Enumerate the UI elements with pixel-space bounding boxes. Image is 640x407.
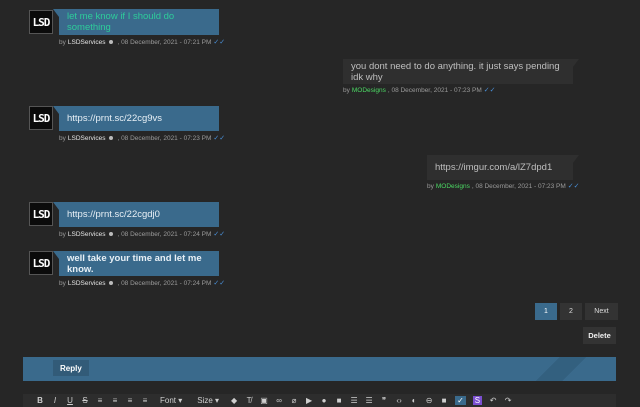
message-link[interactable]: https://prnt.sc/22cgdj0 [67, 209, 160, 220]
username-link[interactable]: LSDServices [68, 135, 106, 142]
avatar[interactable]: LSD [29, 106, 53, 130]
timestamp: , 08 December, 2021 - 07:24 PM [117, 230, 212, 238]
message-text: let me know if I should do something [67, 11, 175, 33]
page-2-button[interactable]: 2 [560, 303, 582, 320]
image-icon[interactable]: ▣ [260, 396, 268, 405]
read-check-icon: ✓✓ [213, 135, 226, 142]
message-bubble: https://prnt.sc/22cg9vs [53, 106, 219, 131]
message-bubble: https://prnt.sc/22cgdj0 [53, 202, 219, 227]
message-link[interactable]: https://imgur.com/a/lZ7dpd1 [435, 162, 552, 173]
message-bubble: https://imgur.com/a/lZ7dpd1 [427, 155, 579, 180]
unlink-icon[interactable]: ⌀ [290, 396, 298, 405]
minus-icon[interactable]: ⊖ [425, 396, 433, 405]
globe-icon[interactable]: ● [320, 396, 328, 405]
php-icon[interactable]: ◐ [410, 396, 418, 405]
size-dropdown[interactable]: Size ▾ [193, 396, 223, 405]
username-link[interactable]: MODesigns [436, 183, 470, 190]
message-bubble: you dont need to do anything. it just sa… [343, 59, 579, 84]
online-status-icon [109, 232, 114, 236]
message-text: you dont need to do anything. it just sa… [351, 60, 560, 83]
read-check-icon: ✓✓ [483, 87, 496, 94]
avatar[interactable]: LSD [29, 251, 53, 275]
underline-button[interactable]: U [66, 396, 74, 405]
message-meta: by MODesigns , 08 December, 2021 - 07:23… [343, 86, 496, 95]
spoiler-icon[interactable]: S [472, 396, 483, 405]
number-list-icon[interactable]: ☰ [365, 396, 373, 405]
timestamp: , 08 December, 2021 - 07:21 PM [117, 38, 212, 46]
code-icon[interactable]: ‹› [395, 396, 403, 405]
pagination: 1 2 Next [535, 303, 618, 320]
align-center-icon[interactable]: ≡ [111, 396, 119, 405]
message-meta: by LSDServices , 08 December, 2021 - 07:… [59, 134, 226, 143]
align-right-icon[interactable]: ≡ [126, 396, 134, 405]
reply-header: Reply [23, 357, 616, 381]
next-page-button[interactable]: Next [585, 303, 618, 320]
message-meta: by MODesigns , 08 December, 2021 - 07:23… [427, 182, 580, 191]
padlock-icon[interactable]: ■ [440, 396, 448, 405]
message-bubble: well take your time and let me know. [53, 251, 219, 276]
username-link[interactable]: LSDServices [68, 39, 106, 46]
quote-icon[interactable]: ❞ [380, 396, 388, 405]
timestamp: , 08 December, 2021 - 07:23 PM [387, 86, 482, 94]
undo-icon[interactable]: ↶ [489, 396, 497, 405]
bold-button[interactable]: B [36, 396, 44, 405]
message-meta: by LSDServices , 08 December, 2021 - 07:… [59, 230, 226, 239]
timestamp: , 08 December, 2021 - 07:23 PM [471, 182, 566, 190]
bullet-list-icon[interactable]: ☰ [350, 396, 358, 405]
timestamp: , 08 December, 2021 - 07:24 PM [117, 279, 212, 287]
align-left-icon[interactable]: ≡ [96, 396, 104, 405]
timestamp: , 08 December, 2021 - 07:23 PM [117, 134, 212, 142]
video-icon[interactable]: ▶ [305, 396, 313, 405]
page-1-button[interactable]: 1 [535, 303, 557, 320]
delete-button[interactable]: Delete [583, 327, 616, 344]
online-status-icon [109, 281, 114, 285]
read-check-icon: ✓✓ [213, 231, 226, 238]
avatar[interactable]: LSD [29, 202, 53, 226]
italic-button[interactable]: I [51, 396, 59, 405]
read-check-icon: ✓✓ [213, 280, 226, 287]
message-meta: by LSDServices , 08 December, 2021 - 07:… [59, 38, 226, 47]
redo-icon[interactable]: ↷ [504, 396, 512, 405]
editor-toolbar: B I U S ≡ ≡ ≡ ≡ Font ▾ Size ▾ ◆ T̸ ▣ ∞ ⌀… [23, 394, 616, 407]
justify-icon[interactable]: ≡ [141, 396, 149, 405]
username-link[interactable]: LSDServices [68, 280, 106, 287]
reply-tab[interactable]: Reply [53, 360, 89, 376]
read-check-icon: ✓✓ [213, 39, 226, 46]
message-text: well take your time and let me know. [67, 252, 202, 275]
online-status-icon [109, 40, 114, 44]
strikethrough-button[interactable]: S [81, 396, 89, 405]
username-link[interactable]: MODesigns [352, 87, 386, 94]
read-check-icon: ✓✓ [567, 183, 580, 190]
message-meta: by LSDServices , 08 December, 2021 - 07:… [59, 279, 226, 288]
clear-format-icon[interactable]: T̸ [245, 396, 253, 405]
username-link[interactable]: LSDServices [68, 231, 106, 238]
message-bubble: let me know if I should do something [53, 9, 219, 35]
message-link[interactable]: https://prnt.sc/22cg9vs [67, 113, 162, 124]
shield-icon[interactable]: ✓ [455, 396, 466, 405]
text-color-icon[interactable]: ◆ [230, 396, 238, 405]
link-icon[interactable]: ∞ [275, 396, 283, 405]
lock-icon[interactable]: ■ [335, 396, 343, 405]
online-status-icon [109, 136, 114, 140]
avatar[interactable]: LSD [29, 10, 53, 34]
font-dropdown[interactable]: Font ▾ [156, 396, 186, 405]
